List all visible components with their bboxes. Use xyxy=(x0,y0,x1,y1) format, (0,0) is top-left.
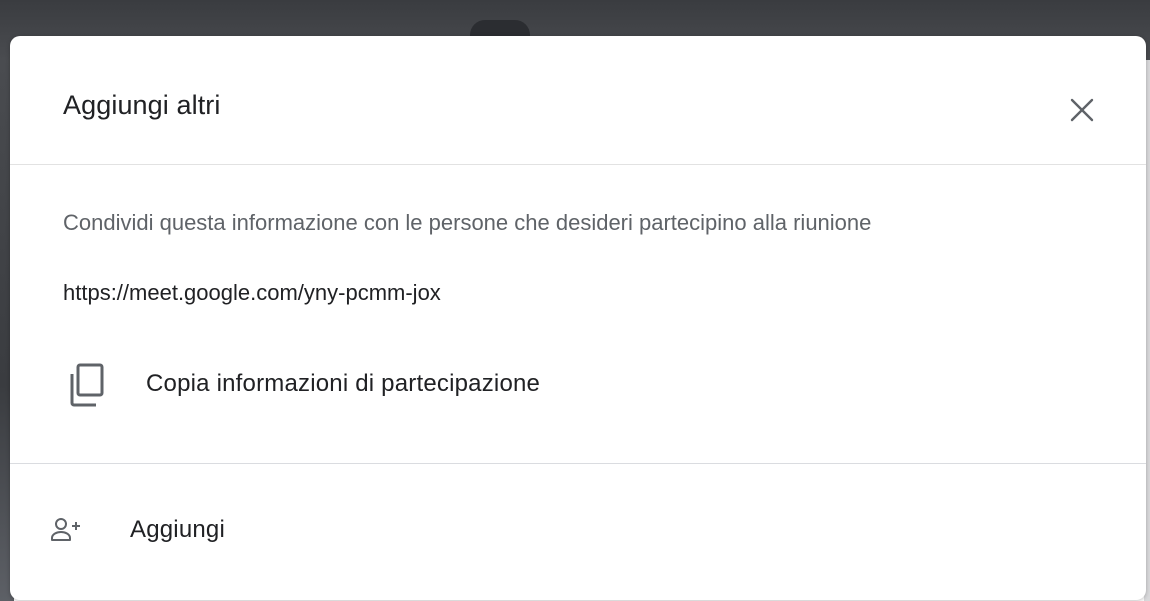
add-others-dialog: Aggiungi altri Condividi questa informaz… xyxy=(10,36,1146,600)
copy-icon xyxy=(70,363,104,407)
divider xyxy=(10,463,1146,464)
add-people-button[interactable]: Aggiungi xyxy=(50,506,350,556)
close-button[interactable] xyxy=(1060,88,1104,132)
dialog-header: Aggiungi altri xyxy=(10,36,1146,165)
close-icon xyxy=(1070,98,1094,122)
meeting-link: https://meet.google.com/yny-pcmm-jox xyxy=(63,280,441,305)
person-add-icon xyxy=(51,518,80,541)
dialog-title: Aggiungi altri xyxy=(63,90,221,120)
copy-join-info-label: Copia informazioni di partecipazione xyxy=(146,370,541,397)
add-people-label: Aggiungi xyxy=(130,516,226,543)
copy-join-info-button[interactable]: Copia informazioni di partecipazione xyxy=(60,358,700,414)
share-description: Condividi questa informazione con le per… xyxy=(63,210,872,235)
